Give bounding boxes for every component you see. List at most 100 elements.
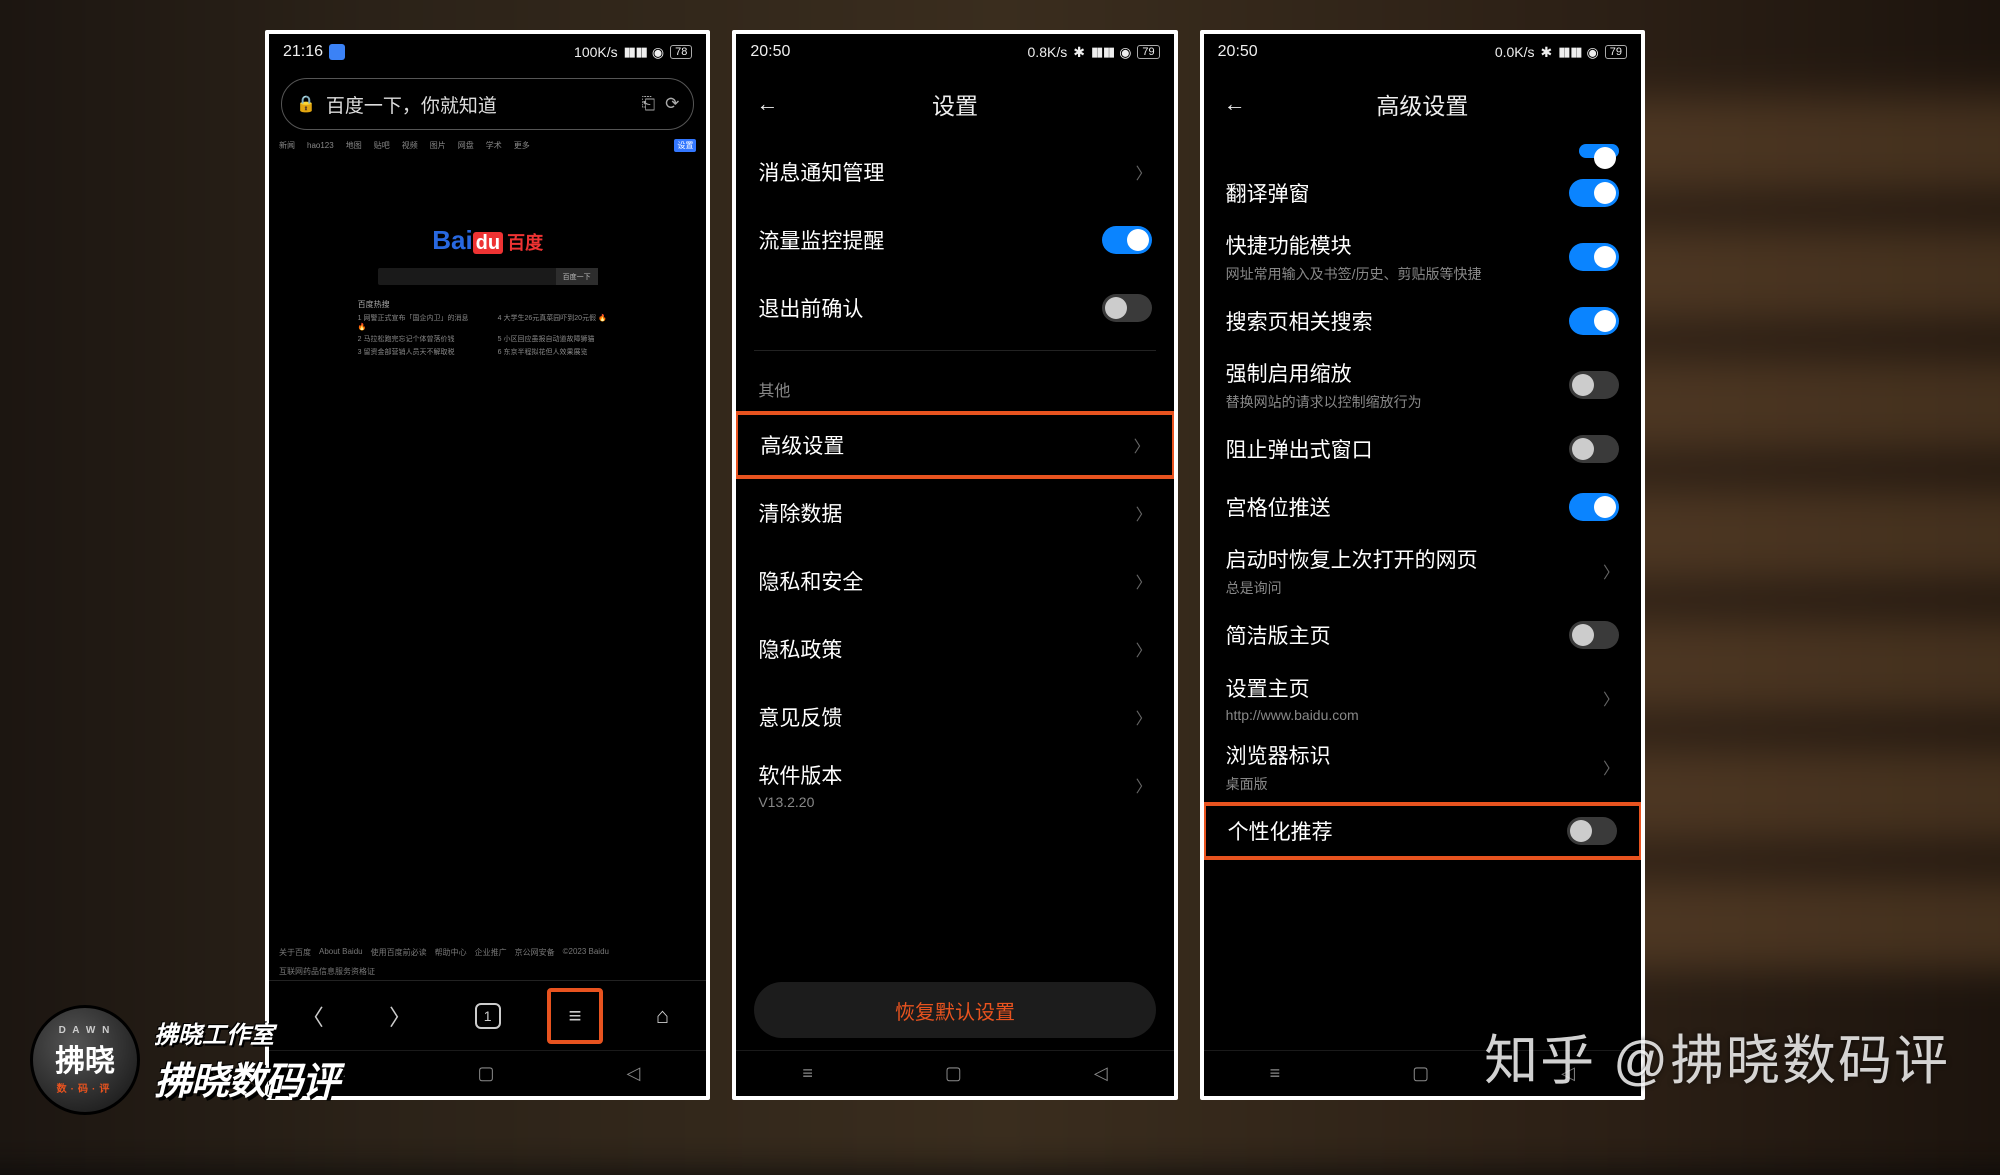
reset-button[interactable]: 恢复默认设置 — [754, 982, 1155, 1038]
link[interactable]: 图片 — [430, 140, 446, 151]
link[interactable]: 视频 — [402, 140, 418, 151]
bookmark-icon[interactable]: ⎗ — [641, 94, 655, 114]
row-block-popups[interactable]: 阻止弹出式窗口 — [1204, 420, 1641, 478]
toggle[interactable] — [1102, 294, 1152, 322]
link[interactable]: 地图 — [346, 140, 362, 151]
row-advanced-settings[interactable]: 高级设置 〉 — [736, 411, 1173, 479]
hot-header: 百度热搜 — [358, 299, 618, 310]
row-confirm-exit[interactable]: 退出前确认 — [736, 274, 1173, 342]
recents-icon[interactable]: ≡ — [802, 1063, 813, 1084]
chevron-right-icon: 〉 — [1134, 433, 1150, 457]
section-header: 其他 — [736, 359, 1173, 411]
link[interactable]: 贴吧 — [374, 140, 390, 151]
link[interactable]: 新闻 — [279, 140, 295, 151]
nav-home-button[interactable]: ⌂ — [635, 988, 691, 1044]
home-icon[interactable]: ▢ — [1412, 1063, 1429, 1084]
net-speed: 0.0K/s — [1495, 44, 1535, 60]
row-notifications[interactable]: 消息通知管理 〉 — [736, 138, 1173, 206]
row-user-agent[interactable]: 浏览器标识 桌面版 〉 — [1204, 732, 1641, 802]
row-grid-push[interactable]: 宫格位推送 — [1204, 478, 1641, 536]
toggle[interactable] — [1567, 817, 1617, 845]
row-label: 搜索页相关搜索 — [1226, 306, 1557, 336]
row-clear-data[interactable]: 清除数据 〉 — [736, 479, 1173, 547]
lock-icon: 🔒 — [296, 94, 316, 114]
toggle[interactable] — [1569, 621, 1619, 649]
f[interactable]: About Baidu — [319, 947, 363, 958]
row-simple-homepage[interactable]: 简洁版主页 — [1204, 606, 1641, 664]
link-settings[interactable]: 设置 — [674, 139, 696, 152]
prev-toggle-glimpse[interactable] — [1579, 144, 1619, 158]
row-sub: 网址常用输入及书签/历史、剪贴版等快捷 — [1226, 264, 1557, 284]
f[interactable]: 使用百度前必读 — [371, 947, 427, 958]
f[interactable]: 关于百度 — [279, 947, 311, 958]
hot-item[interactable]: 3 留资金部营销人员天不解取税 — [358, 347, 478, 357]
link[interactable]: 更多 — [514, 140, 530, 151]
row-restore-tabs[interactable]: 启动时恢复上次打开的网页 总是询问 〉 — [1204, 536, 1641, 606]
recents-icon[interactable]: ≡ — [1270, 1063, 1281, 1084]
refresh-icon[interactable]: ⟳ — [665, 94, 679, 114]
home-icon[interactable]: ▢ — [477, 1063, 494, 1084]
bluetooth-icon: ✱ — [1073, 44, 1085, 61]
toggle[interactable] — [1569, 179, 1619, 207]
toggle[interactable] — [1569, 371, 1619, 399]
hot-item[interactable]: 4 大学生26元真菜园吓到20元假 🔥 — [498, 313, 618, 331]
baidu-search-box[interactable]: 百度一下 — [378, 268, 598, 285]
badge-circle: D A W N 拂晓 数·码·评 — [30, 1005, 140, 1115]
row-set-homepage[interactable]: 设置主页 http://www.baidu.com 〉 — [1204, 664, 1641, 732]
f[interactable]: 京公网安备 — [515, 947, 555, 958]
row-translate-popup[interactable]: 翻译弹窗 — [1204, 164, 1641, 222]
f[interactable]: 企业推广 — [475, 947, 507, 958]
url-bar[interactable]: 🔒 百度一下，你就知道 ⎗ ⟳ — [281, 78, 694, 130]
hot-item[interactable]: 6 东京半程拟花但人效果展览 — [498, 347, 618, 357]
link[interactable]: 网盘 — [458, 140, 474, 151]
hot-item[interactable]: 2 马拉松跑完忘记个体曾落价钱 — [358, 334, 478, 344]
row-privacy-security[interactable]: 隐私和安全 〉 — [736, 547, 1173, 615]
toggle[interactable] — [1569, 307, 1619, 335]
row-label: 个性化推荐 — [1228, 816, 1555, 846]
f[interactable]: 互联网药品信息服务资格证 — [279, 966, 375, 977]
nav-menu-button[interactable]: ≡ — [547, 988, 603, 1044]
badge-line2: 拂晓数码评 — [154, 1050, 339, 1105]
row-personalized-recs[interactable]: 个性化推荐 — [1204, 802, 1641, 860]
row-label: 消息通知管理 — [758, 157, 1123, 187]
chevron-right-icon: 〉 — [1136, 705, 1152, 729]
wifi-icon: ◉ — [1119, 44, 1131, 61]
hot-item[interactable]: 5 小区回应虽报自动道故障狮猫 — [498, 334, 618, 344]
row-related-search[interactable]: 搜索页相关搜索 — [1204, 292, 1641, 350]
page-title: 设置 — [736, 87, 1173, 121]
f[interactable]: 帮助中心 — [435, 947, 467, 958]
status-bar: 21:16 100K/s ▮▮ ▮▮ ◉ 78 — [269, 34, 706, 70]
header: ← 设置 — [736, 70, 1173, 138]
link[interactable]: hao123 — [307, 141, 334, 150]
hot-item[interactable]: 1 网警正式宣布「国企内卫」的消息 🔥 — [358, 313, 478, 331]
row-feedback[interactable]: 意见反馈 〉 — [736, 683, 1173, 751]
link[interactable]: 学术 — [486, 140, 502, 151]
toggle[interactable] — [1102, 226, 1152, 254]
toggle[interactable] — [1569, 435, 1619, 463]
f[interactable]: ©2023 Baidu — [563, 947, 609, 958]
page-title: 高级设置 — [1204, 87, 1641, 121]
weather-icon — [329, 44, 345, 60]
back-icon[interactable]: ◁ — [1094, 1063, 1108, 1084]
row-privacy-policy[interactable]: 隐私政策 〉 — [736, 615, 1173, 683]
toggle[interactable] — [1569, 243, 1619, 271]
nav-tabs-button[interactable]: 1 — [460, 988, 516, 1044]
signal-icon: ▮▮ ▮▮ — [1558, 44, 1580, 60]
chevron-right-icon: 〉 — [1603, 686, 1619, 710]
home-icon[interactable]: ▢ — [945, 1063, 962, 1084]
row-label: 软件版本 — [758, 760, 1123, 790]
row-traffic-alert[interactable]: 流量监控提醒 — [736, 206, 1173, 274]
row-sub: V13.2.20 — [758, 794, 1123, 810]
back-icon[interactable]: ◁ — [626, 1063, 640, 1084]
clock: 21:16 — [283, 43, 323, 61]
nav-forward-button[interactable]: 〉 — [372, 988, 428, 1044]
baidu-search-btn[interactable]: 百度一下 — [556, 268, 598, 285]
toggle[interactable] — [1569, 493, 1619, 521]
row-version[interactable]: 软件版本 V13.2.20 〉 — [736, 751, 1173, 819]
row-force-zoom[interactable]: 强制启用缩放 替换网站的请求以控制缩放行为 — [1204, 350, 1641, 420]
row-label: 简洁版主页 — [1226, 620, 1557, 650]
row-label: 清除数据 — [758, 498, 1123, 528]
tab-count: 1 — [475, 1003, 501, 1029]
row-shortcut-module[interactable]: 快捷功能模块 网址常用输入及书签/历史、剪贴版等快捷 — [1204, 222, 1641, 292]
hot-searches: 百度热搜 1 网警正式宣布「国企内卫」的消息 🔥 4 大学生26元真菜园吓到20… — [358, 299, 618, 357]
